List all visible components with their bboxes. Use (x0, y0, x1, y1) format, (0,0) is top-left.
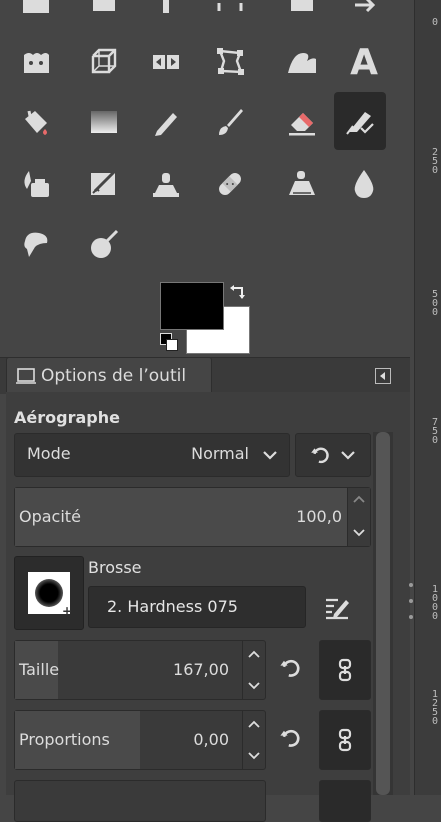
text-tool-icon[interactable]: A (342, 40, 386, 84)
size-label: Taille (19, 660, 60, 679)
perspective-clone-icon[interactable] (280, 162, 324, 206)
bucket-fill-icon[interactable] (14, 100, 58, 144)
mode-reset-button[interactable] (295, 433, 371, 477)
ruler-label: 0 (431, 17, 439, 28)
pencil-icon[interactable] (144, 100, 188, 144)
chevron-up-icon[interactable] (353, 492, 365, 506)
airbrush-icon[interactable] (334, 92, 386, 150)
opacity-value: 100,0 (296, 507, 342, 526)
mode-combo[interactable]: Mode Normal (14, 433, 290, 477)
text-tool-glyph: A (350, 41, 378, 83)
smudge-icon[interactable] (14, 222, 58, 266)
chevron-up-icon[interactable] (248, 647, 260, 661)
tool-a-icon[interactable] (14, 0, 58, 22)
tool-e-icon[interactable] (280, 0, 324, 22)
default-colors-icon[interactable] (160, 333, 178, 351)
scrollbar-thumb[interactable] (376, 432, 390, 795)
chevron-down-icon[interactable] (248, 679, 260, 693)
reset-icon (311, 447, 329, 464)
chevron-down-icon (341, 451, 355, 460)
eraser-icon[interactable] (280, 100, 324, 144)
next-option-slider[interactable] (14, 780, 266, 822)
chevron-down-icon[interactable] (353, 526, 365, 540)
cage-transform-icon[interactable] (208, 40, 252, 84)
proportions-spinner[interactable] (242, 711, 265, 769)
toolbox: A (0, 0, 410, 357)
tool-c-icon[interactable] (144, 0, 188, 22)
ruler-label: 1250 (431, 689, 439, 727)
brush-preview-button[interactable]: + (14, 556, 84, 630)
proportions-label: Proportions (19, 730, 110, 749)
tool-name-heading: Aérographe (14, 408, 120, 427)
chevron-down-icon[interactable] (248, 749, 260, 763)
ruler-label: 1000 (431, 584, 439, 622)
brush-name-value: 2. Hardness 075 (107, 597, 238, 616)
tab-tool-options-label: Options de l’outil (41, 366, 187, 386)
mode-label: Mode (27, 444, 71, 463)
opacity-slider[interactable]: Opacité 100,0 (14, 487, 371, 547)
chevron-down-icon (261, 446, 279, 464)
brush-label: Brosse (88, 558, 142, 577)
tool-f-icon[interactable] (342, 0, 386, 22)
size-spinner[interactable] (242, 641, 265, 699)
opacity-spinner[interactable] (347, 488, 370, 546)
size-link-button[interactable] (319, 640, 371, 700)
edit-brush-icon[interactable] (322, 594, 352, 624)
proportions-slider[interactable]: Proportions 0,00 (14, 710, 266, 770)
flip-icon[interactable] (144, 40, 188, 84)
dodge-burn-icon[interactable] (82, 222, 126, 266)
wave-icon[interactable] (280, 40, 324, 84)
opacity-label: Opacité (19, 507, 81, 526)
tab-tool-options[interactable]: Options de l’outil (6, 357, 212, 394)
proportions-link-button[interactable] (319, 710, 371, 770)
heal-icon[interactable] (208, 162, 252, 206)
ink-icon[interactable] (14, 162, 58, 206)
blur-icon[interactable] (342, 162, 386, 206)
mypaint-brush-icon[interactable] (82, 162, 126, 206)
brush-name-field[interactable]: 2. Hardness 075 (88, 586, 306, 628)
brush-preview: + (28, 572, 72, 618)
3d-transform-icon[interactable] (82, 40, 126, 84)
size-slider[interactable]: Taille 167,00 (14, 640, 266, 700)
size-reset-icon[interactable] (278, 656, 302, 680)
foreground-color-swatch[interactable] (160, 282, 224, 330)
clone-icon[interactable] (144, 162, 188, 206)
tool-options-icon (15, 367, 37, 385)
size-value: 167,00 (173, 660, 229, 679)
ruler-label: 500 (431, 289, 439, 318)
proportions-reset-icon[interactable] (278, 726, 302, 750)
ruler-label: 750 (431, 417, 439, 446)
chain-link-icon (338, 728, 352, 752)
chevron-up-icon[interactable] (248, 717, 260, 731)
mode-value: Normal (191, 444, 249, 463)
options-scrollbar[interactable] (373, 432, 393, 795)
paintbrush-icon[interactable] (208, 100, 252, 144)
swap-colors-icon[interactable] (229, 282, 247, 300)
gradient-icon[interactable] (82, 100, 126, 144)
tool-b-icon[interactable] (82, 0, 126, 22)
chain-link-icon (338, 658, 352, 682)
next-option-link-button[interactable] (319, 780, 371, 822)
ruler-label: 250 (431, 147, 439, 176)
vertical-ruler: 0 250 500 750 1000 1250 (414, 0, 441, 795)
tool-d-icon[interactable] (208, 0, 252, 22)
tab-menu-icon[interactable] (375, 368, 391, 384)
proportions-value: 0,00 (193, 730, 229, 749)
warp-transform-icon[interactable] (14, 40, 58, 84)
